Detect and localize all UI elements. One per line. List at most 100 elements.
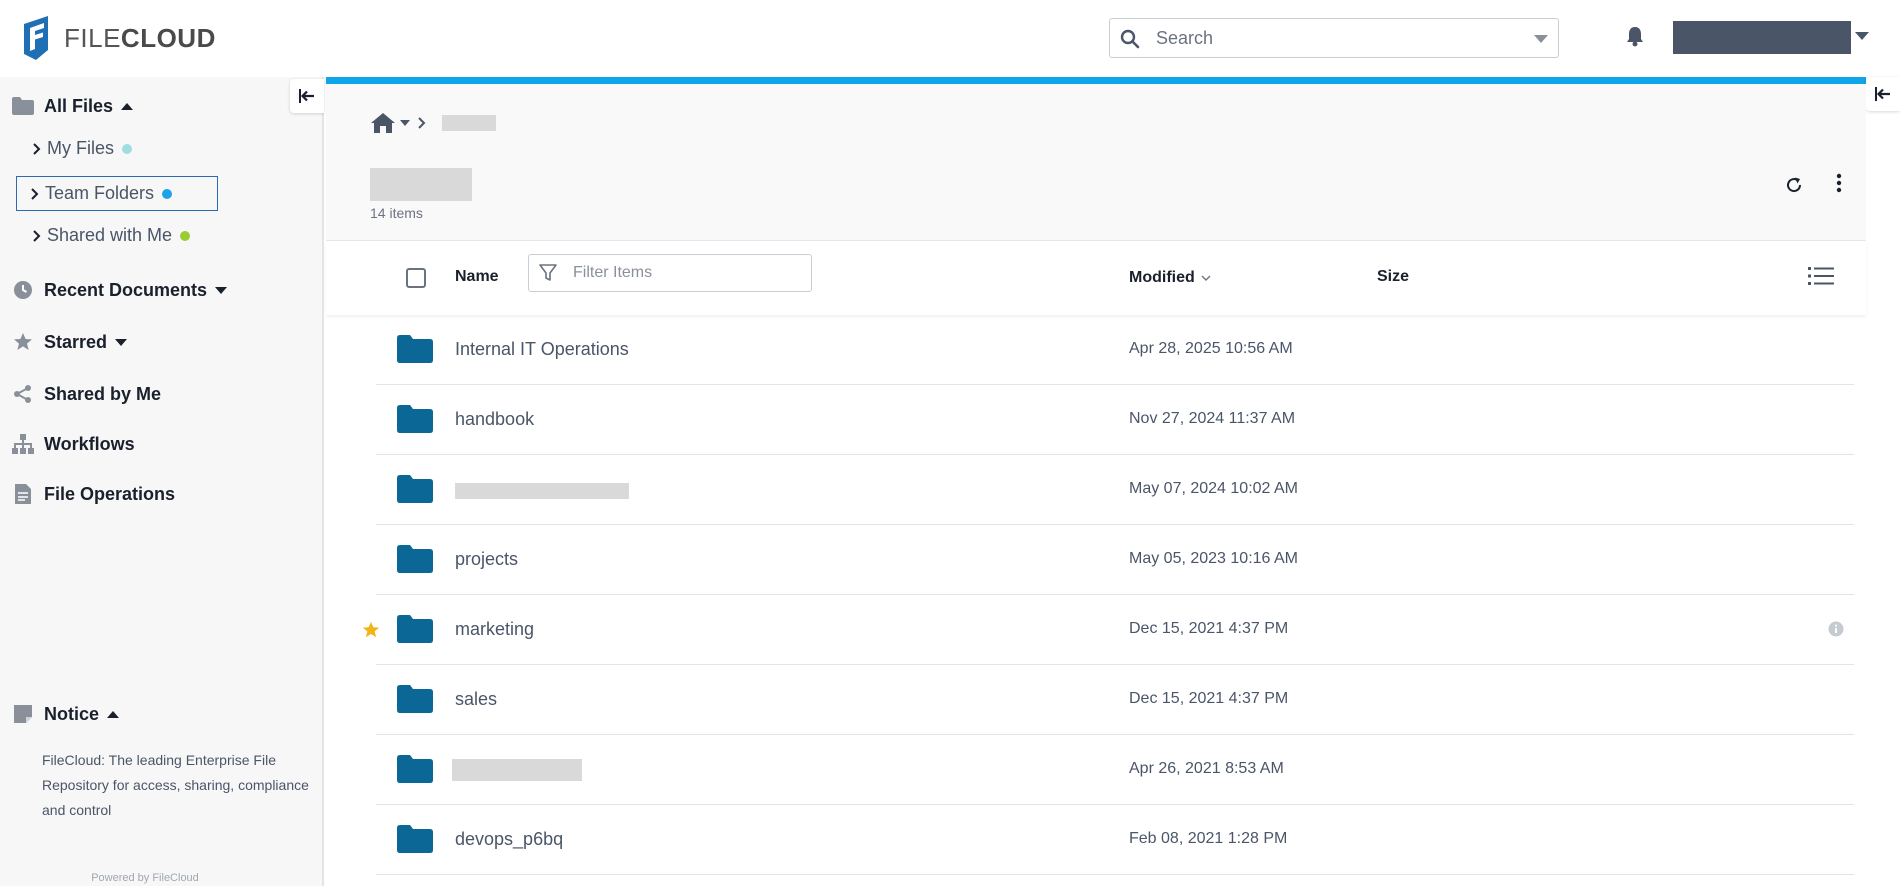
sidebar-item-label: Team Folders xyxy=(45,183,155,203)
folder-icon xyxy=(397,405,433,433)
notifications-bell-icon[interactable] xyxy=(1625,25,1645,47)
top-header: FILECLOUD xyxy=(0,0,1900,77)
filecloud-logo[interactable]: FILECLOUD xyxy=(22,16,216,60)
file-name[interactable]: projects xyxy=(455,549,518,570)
file-modified: Nov 27, 2024 11:37 AM xyxy=(1129,410,1296,427)
sticky-note-icon xyxy=(12,703,34,725)
file-name[interactable]: Internal IT Operations xyxy=(455,339,629,360)
document-icon xyxy=(12,483,34,505)
table-row[interactable]: sales Dec 15, 2021 4:37 PM xyxy=(326,665,1866,735)
sidebar-item-file-operations[interactable]: File Operations xyxy=(12,483,175,505)
column-modified[interactable]: Modified xyxy=(1129,269,1211,287)
filter-box xyxy=(528,254,812,292)
refresh-icon[interactable] xyxy=(1785,176,1803,194)
folder-icon xyxy=(397,545,433,573)
sidebar-item-label: Starred xyxy=(44,331,108,352)
column-size[interactable]: Size xyxy=(1377,268,1409,286)
sidebar-item-team-folders[interactable]: Team Folders xyxy=(16,176,218,211)
file-modified: Dec 15, 2021 4:37 PM xyxy=(1129,620,1289,637)
star-icon xyxy=(12,331,34,353)
sidebar-item-shared-with-me[interactable]: Shared with Me xyxy=(33,225,191,246)
sort-down-icon xyxy=(1201,275,1211,281)
status-dot xyxy=(162,188,173,199)
search-box xyxy=(1109,18,1559,58)
table-row[interactable]: Apr 26, 2021 8:53 AM xyxy=(326,735,1866,805)
file-name-redacted[interactable] xyxy=(452,759,582,781)
filter-icon xyxy=(539,264,557,282)
status-dot xyxy=(122,143,132,154)
file-list: Internal IT Operations Apr 28, 2025 10:5… xyxy=(326,315,1866,875)
file-name[interactable]: devops_p6bq xyxy=(455,829,563,850)
search-dropdown-icon[interactable] xyxy=(1534,35,1548,43)
folder-icon xyxy=(397,615,433,643)
more-options-icon[interactable] xyxy=(1836,173,1842,193)
caret-down-icon xyxy=(215,286,228,294)
file-modified: Apr 28, 2025 10:56 AM xyxy=(1129,340,1293,357)
sidebar-item-workflows[interactable]: Workflows xyxy=(12,433,135,455)
collapse-sidebar-button[interactable] xyxy=(290,79,324,113)
sidebar-item-shared-by-me[interactable]: Shared by Me xyxy=(12,383,161,405)
caret-down-icon[interactable] xyxy=(400,120,410,126)
file-name[interactable]: handbook xyxy=(455,409,534,430)
sidebar-item-all-files[interactable]: All Files xyxy=(12,95,134,117)
starred-icon[interactable] xyxy=(362,621,380,639)
file-modified: May 07, 2024 10:02 AM xyxy=(1129,480,1298,497)
info-icon[interactable] xyxy=(1828,621,1844,637)
file-modified: May 05, 2023 10:16 AM xyxy=(1129,550,1298,567)
workflow-icon xyxy=(12,433,34,455)
file-modified: Apr 26, 2021 8:53 AM xyxy=(1129,760,1284,777)
search-icon xyxy=(1120,29,1140,49)
clock-icon xyxy=(12,279,34,301)
folder-icon xyxy=(12,95,34,117)
sidebar-item-label: All Files xyxy=(44,95,114,116)
items-count: 14 items xyxy=(370,205,423,221)
caret-down-icon xyxy=(115,338,128,346)
logo-wordmark: FILECLOUD xyxy=(64,22,216,53)
folder-icon xyxy=(397,755,433,783)
list-view-icon[interactable] xyxy=(1808,266,1834,286)
caret-up-icon xyxy=(107,710,120,718)
table-row[interactable]: Internal IT Operations Apr 28, 2025 10:5… xyxy=(326,315,1866,385)
chevron-right-icon xyxy=(33,229,41,242)
table-row[interactable]: devops_p6bq Feb 08, 2021 1:28 PM xyxy=(326,805,1866,875)
chevron-right-icon xyxy=(31,187,39,200)
sidebar-item-recent-documents[interactable]: Recent Documents xyxy=(12,279,228,301)
chevron-right-icon xyxy=(418,117,426,129)
collapse-right-panel-button[interactable] xyxy=(1866,77,1900,111)
user-menu-caret-icon[interactable] xyxy=(1855,32,1869,40)
caret-up-icon xyxy=(121,102,134,110)
file-list-header: Name Modified Size xyxy=(326,241,1866,315)
select-all-checkbox[interactable] xyxy=(406,268,426,288)
notice-header[interactable]: Notice xyxy=(12,703,120,725)
share-icon xyxy=(12,383,34,405)
sidebar-item-label: Workflows xyxy=(44,433,135,454)
table-row[interactable]: marketing Dec 15, 2021 4:37 PM xyxy=(326,595,1866,665)
file-name[interactable]: sales xyxy=(455,689,497,710)
notice-title: Notice xyxy=(44,703,100,724)
filter-items-input[interactable] xyxy=(573,262,803,284)
file-modified: Dec 15, 2021 4:37 PM xyxy=(1129,690,1289,707)
folder-icon xyxy=(397,475,433,503)
row-divider xyxy=(376,874,1854,875)
column-name[interactable]: Name xyxy=(455,268,499,286)
sidebar-item-label: Shared by Me xyxy=(44,383,162,404)
sidebar-item-label: My Files xyxy=(47,138,114,158)
breadcrumb xyxy=(370,112,496,134)
file-name[interactable]: marketing xyxy=(455,619,534,640)
user-menu[interactable] xyxy=(1673,21,1851,54)
sidebar-item-my-files[interactable]: My Files xyxy=(33,138,132,159)
home-icon[interactable] xyxy=(370,112,396,134)
table-row[interactable]: May 07, 2024 10:02 AM xyxy=(326,455,1866,525)
sidebar-item-starred[interactable]: Starred xyxy=(12,331,128,353)
table-row[interactable]: projects May 05, 2023 10:16 AM xyxy=(326,525,1866,595)
folder-icon xyxy=(397,825,433,853)
search-input[interactable] xyxy=(1156,25,1516,51)
collapse-left-icon xyxy=(1875,87,1890,101)
column-modified-label: Modified xyxy=(1129,269,1195,286)
breadcrumb-current-redacted[interactable] xyxy=(442,115,496,131)
file-name-redacted[interactable] xyxy=(455,483,629,499)
collapse-left-icon xyxy=(299,89,314,103)
sidebar-item-label: Shared with Me xyxy=(47,225,173,245)
sidebar-item-label: Recent Documents xyxy=(44,279,208,300)
table-row[interactable]: handbook Nov 27, 2024 11:37 AM xyxy=(326,385,1866,455)
